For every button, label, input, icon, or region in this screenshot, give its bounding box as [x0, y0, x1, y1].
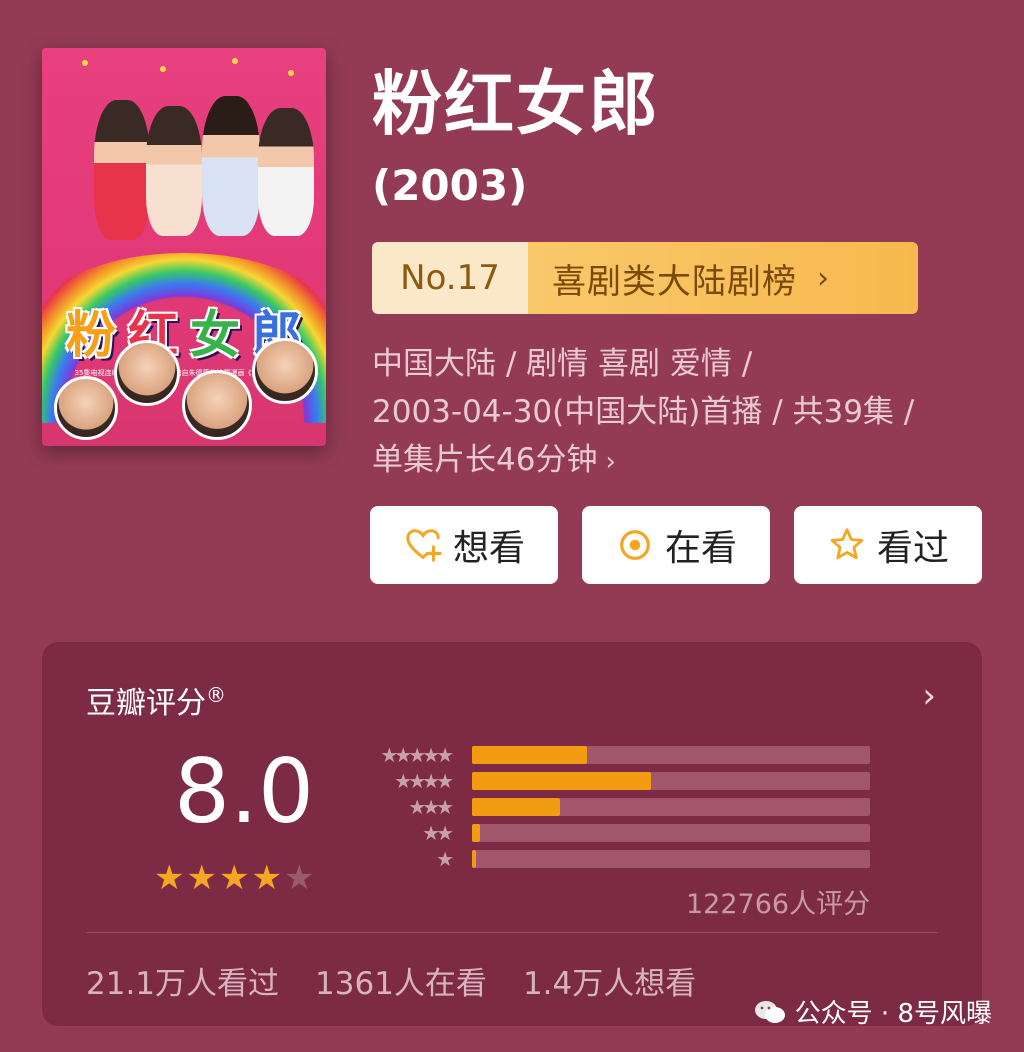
- rating-bar-stars: ★★: [422, 821, 454, 845]
- rating-bar-stars: ★★★: [408, 795, 454, 819]
- rating-bar-fill: [472, 798, 560, 816]
- rating-bar-stars: ★: [436, 847, 454, 871]
- rank-badge[interactable]: No.17 喜剧类大陆剧榜 ›: [372, 242, 918, 314]
- divider: [86, 932, 938, 933]
- meta-line-duration: 单集片长46分钟 ›: [372, 442, 616, 478]
- watching-label: 在看: [664, 528, 737, 569]
- poster-portrait: [114, 340, 180, 406]
- registered-mark: ®: [206, 683, 226, 707]
- star-filled-icon: ★: [154, 858, 185, 898]
- rating-bar-track: [472, 798, 870, 816]
- rating-bar-track: [472, 850, 870, 868]
- release-year: (2003): [372, 161, 528, 210]
- star-filled-icon: ★: [251, 858, 282, 898]
- rating-bar-track: [472, 824, 870, 842]
- rating-stars: ★ ★ ★ ★ ★: [154, 860, 314, 896]
- poster-figure: [202, 96, 260, 236]
- watched-count[interactable]: 21.1万人看过: [86, 958, 279, 1003]
- rating-bar-stars: ★★★★: [394, 769, 454, 793]
- rating-count: 122766人评分: [686, 889, 871, 920]
- poster-figure: [258, 108, 314, 236]
- watching-button[interactable]: 在看: [582, 506, 770, 584]
- action-buttons: 想看 在看 看过: [370, 506, 982, 584]
- rating-bar-row: ★★★★★: [358, 742, 870, 768]
- meta-line-premiere: 2003-04-30(中国大陆)首播 / 共39集 /: [372, 394, 915, 430]
- heart-plus-icon: [403, 525, 443, 565]
- poster-figure: [146, 106, 202, 236]
- watched-label: 看过: [876, 528, 949, 569]
- watching-count[interactable]: 1361人在看: [315, 958, 487, 1003]
- watermark: 公众号 · 8号风曝: [753, 993, 992, 1030]
- audience-stats: 21.1万人看过 1361人在看 1.4万人想看: [86, 958, 696, 1003]
- rating-distribution: ★★★★★ ★★★★ ★★★ ★★ ★: [358, 742, 870, 872]
- chevron-right-icon: ›: [605, 447, 616, 477]
- watermark-text: 公众号 · 8号风曝: [794, 999, 992, 1029]
- poster-image[interactable]: 粉 红 女 郎 35集电视连续剧《粉红女郎》改编自朱德庸的连载漫画《涩女郎》系列: [42, 48, 326, 446]
- rating-bar-track: [472, 746, 870, 764]
- rank-list-link: 喜剧类大陆剧榜 ›: [528, 242, 918, 314]
- chevron-right-icon[interactable]: ›: [922, 676, 936, 716]
- rating-bar-fill: [472, 824, 480, 842]
- target-circle-icon: [615, 525, 655, 565]
- star-empty-icon: ★: [283, 858, 315, 898]
- star-filled-icon: ★: [186, 858, 217, 898]
- rating-bar-row: ★★★★: [358, 768, 870, 794]
- poster-figure: [94, 100, 150, 240]
- poster-portrait: [54, 376, 118, 440]
- page-title: 粉红女郎: [372, 63, 660, 145]
- meta-info[interactable]: 中国大陆 / 剧情 喜剧 爱情 / 2003-04-30(中国大陆)首播 / 共…: [372, 340, 992, 486]
- rank-list-label: 喜剧类大陆剧榜: [552, 261, 797, 302]
- rating-bar-row: ★★: [358, 820, 870, 846]
- rating-bar-stars: ★★★★★: [380, 743, 454, 767]
- want-count[interactable]: 1.4万人想看: [523, 958, 696, 1003]
- rating-bar-row: ★★★: [358, 794, 870, 820]
- poster-decoration: [42, 54, 326, 94]
- rank-number: No.17: [372, 242, 528, 314]
- poster-portrait: [252, 338, 318, 404]
- chevron-right-icon: ›: [817, 260, 830, 296]
- rating-label: 豆瓣评分®: [86, 683, 226, 721]
- wechat-icon: [753, 999, 787, 1025]
- star-outline-icon: [827, 525, 867, 565]
- rating-bar-fill: [472, 746, 587, 764]
- meta-line-genre: 中国大陆 / 剧情 喜剧 爱情 /: [372, 346, 753, 382]
- rating-bar-fill: [472, 850, 476, 868]
- star-filled-icon: ★: [218, 858, 250, 898]
- rating-card[interactable]: 豆瓣评分® › 8.0 ★ ★ ★ ★ ★ ★★★★★ ★★★★ ★★★ ★★ ★ 122766…: [42, 642, 982, 1026]
- watched-button[interactable]: 看过: [794, 506, 982, 584]
- want-to-watch-button[interactable]: 想看: [370, 506, 558, 584]
- rating-bar-track: [472, 772, 870, 790]
- rating-bar-row: ★: [358, 846, 870, 872]
- rating-score: 8.0: [174, 740, 314, 843]
- rating-bar-fill: [472, 772, 651, 790]
- poster-portrait: [182, 370, 252, 440]
- want-to-watch-label: 想看: [452, 528, 525, 569]
